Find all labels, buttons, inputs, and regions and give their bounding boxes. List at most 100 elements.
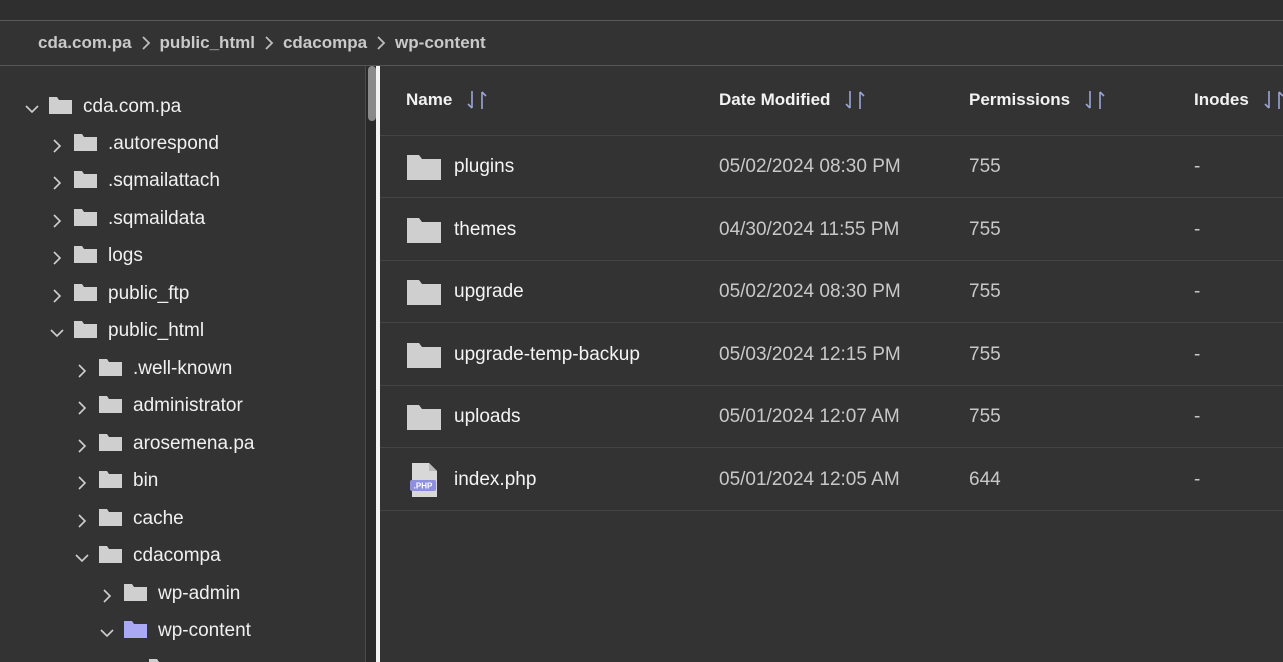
tree-item-label: administrator [133, 395, 243, 416]
cell-permissions[interactable]: 755 [969, 136, 1001, 198]
file-name[interactable]: index.php [454, 469, 536, 491]
table-row[interactable]: .PHP index.php 05/01/2024 12:05 AM 644 - [380, 449, 1283, 511]
cell-date-modified: 04/30/2024 11:55 PM [719, 218, 900, 240]
breadcrumb-item-wp-content[interactable]: wp-content [395, 33, 486, 53]
php-badge-label: .PHP [414, 481, 433, 490]
file-name[interactable]: uploads [454, 406, 521, 428]
chevron-right-icon[interactable] [74, 400, 90, 416]
chevron-right-icon [264, 36, 274, 50]
folder-icon [98, 544, 123, 564]
folder-icon [98, 469, 123, 489]
table-header: Name Date Modified Permissions Inodes [380, 66, 1283, 136]
file-name[interactable]: plugins [454, 156, 514, 178]
chevron-right-icon[interactable] [49, 288, 65, 304]
column-header-permissions[interactable]: Permissions [969, 88, 1106, 112]
cell-permissions[interactable]: 644 [969, 449, 1001, 511]
tree-item[interactable]: bin [74, 467, 158, 499]
tree-item-label: cda.com.pa [83, 96, 182, 117]
tree-item[interactable]: cache [74, 505, 184, 537]
tree-item[interactable]: .sqmaildata [49, 205, 205, 237]
cell-name: upgrade [406, 261, 524, 323]
tree-item-label: bin [133, 470, 159, 491]
sort-icon[interactable] [1084, 88, 1106, 112]
sort-icon[interactable] [466, 88, 488, 112]
folder-icon [406, 277, 442, 307]
cell-date-modified: 05/02/2024 08:30 PM [719, 156, 901, 177]
tree-item[interactable]: cda.com.pa [24, 93, 181, 125]
cell-permissions[interactable]: 755 [969, 386, 1001, 448]
chevron-down-icon[interactable] [49, 325, 65, 341]
tree-item[interactable]: wp-admin [99, 580, 240, 612]
folder-icon [406, 402, 442, 432]
tree-item[interactable] [124, 655, 183, 662]
cell-date-modified: 05/02/2024 08:30 PM [719, 281, 901, 302]
breadcrumb-item-cdacompa[interactable]: cdacompa [283, 33, 367, 53]
file-name[interactable]: upgrade-temp-backup [454, 344, 640, 366]
chevron-right-icon[interactable] [74, 513, 90, 529]
column-header-label: Inodes [1194, 90, 1249, 109]
tree-item[interactable]: .autorespond [49, 130, 219, 162]
chevron-right-icon[interactable] [49, 138, 65, 154]
chevron-right-icon[interactable] [74, 363, 90, 379]
cell-name: themes [406, 199, 516, 261]
chevron-down-icon[interactable] [74, 550, 90, 566]
table-row[interactable]: themes 04/30/2024 11:55 PM 755 - [380, 199, 1283, 261]
chevron-right-icon[interactable] [74, 475, 90, 491]
tree-item-label: arosemena.pa [133, 433, 255, 454]
chevron-right-icon[interactable] [49, 213, 65, 229]
tree-item[interactable]: .sqmailattach [49, 167, 220, 199]
sort-icon[interactable] [844, 88, 866, 112]
tree-item-label: .autorespond [108, 133, 219, 154]
file-name[interactable]: upgrade [454, 281, 524, 303]
folder-icon [73, 169, 98, 189]
cell-date-modified: 05/01/2024 12:07 AM [719, 406, 900, 427]
folder-icon [98, 357, 123, 377]
tree-item-label: logs [108, 245, 143, 266]
tree-item[interactable]: administrator [74, 392, 243, 424]
chevron-right-icon[interactable] [49, 250, 65, 266]
breadcrumb-item-root[interactable]: cda.com.pa [38, 33, 132, 53]
column-header-name[interactable]: Name [406, 88, 488, 112]
tree-item[interactable]: arosemena.pa [74, 430, 254, 462]
column-header-label: Name [406, 90, 453, 109]
tree-item[interactable]: cdacompa [74, 542, 221, 574]
cell-inodes: - [1194, 468, 1201, 490]
table-row[interactable]: upgrade 05/02/2024 08:30 PM 755 - [380, 261, 1283, 323]
folder-icon [98, 507, 123, 527]
cell-permissions[interactable]: 755 [969, 199, 1001, 261]
tree-scroll-thumb[interactable] [368, 66, 376, 121]
folder-icon [98, 432, 123, 452]
folder-tree: cda.com.pa .autorespond .sqmailattach .sqma… [0, 66, 366, 662]
cell-permissions[interactable]: 755 [969, 324, 1001, 386]
file-name[interactable]: themes [454, 219, 516, 241]
table-row[interactable]: plugins 05/02/2024 08:30 PM 755 - [380, 136, 1283, 198]
cell-permissions[interactable]: 755 [969, 261, 1001, 323]
tree-item[interactable]: wp-content [99, 617, 251, 649]
tree-item-label: .sqmaildata [108, 208, 206, 229]
table-row[interactable]: uploads 05/01/2024 12:07 AM 755 - [380, 386, 1283, 448]
top-bar [0, 0, 1283, 21]
chevron-right-icon[interactable] [99, 588, 115, 604]
cell-inodes: - [1194, 281, 1201, 302]
php-file-icon: .PHP [406, 462, 442, 497]
tree-item-label: cdacompa [133, 545, 221, 566]
tree-item[interactable]: logs [49, 242, 143, 274]
breadcrumb-item-public-html[interactable]: public_html [160, 33, 255, 53]
chevron-right-icon[interactable] [74, 438, 90, 454]
tree-item[interactable]: .well-known [74, 355, 232, 387]
cell-name: .PHP index.php [406, 449, 536, 511]
tree-item[interactable]: public_html [49, 317, 204, 349]
folder-icon [123, 619, 148, 639]
tree-item[interactable]: public_ftp [49, 280, 189, 312]
chevron-down-icon[interactable] [24, 101, 40, 117]
folder-icon [73, 132, 98, 152]
column-header-inodes[interactable]: Inodes [1194, 88, 1283, 112]
column-header-label: Date Modified [719, 90, 831, 109]
folder-icon [73, 282, 98, 302]
sort-icon[interactable] [1263, 88, 1283, 112]
chevron-right-icon[interactable] [49, 175, 65, 191]
table-row[interactable]: upgrade-temp-backup 05/03/2024 12:15 PM 75… [380, 324, 1283, 386]
chevron-down-icon[interactable] [99, 625, 115, 641]
column-header-date[interactable]: Date Modified [719, 88, 866, 112]
tree-item-label: cache [133, 508, 184, 529]
